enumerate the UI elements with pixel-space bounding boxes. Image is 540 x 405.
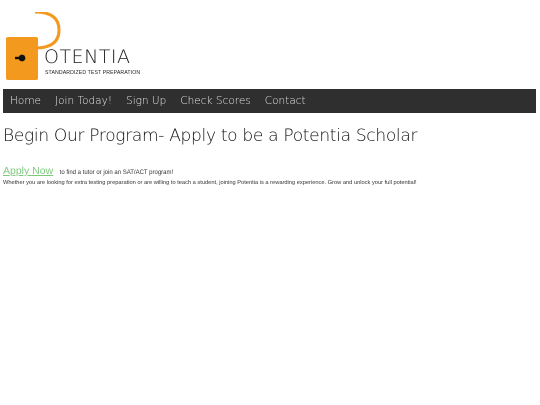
potentia-logo[interactable]: OTENTIA STANDARDIZED TEST PREPARATION	[6, 12, 140, 82]
program-description: Whether you are looking for extra testin…	[3, 180, 417, 186]
logo-wordmark: OTENTIA	[44, 46, 131, 68]
apply-row: Apply Now to find a tutor or join an SAT…	[3, 162, 173, 178]
page-heading: Begin Our Program- Apply to be a Potenti…	[3, 126, 418, 146]
nav-home[interactable]: Home	[10, 95, 41, 107]
logo-tagline: STANDARDIZED TEST PREPARATION	[45, 70, 141, 76]
main-navbar: Home Join Today! Sign Up Check Scores Co…	[3, 89, 536, 113]
apply-text: to find a tutor or join an SAT/ACT progr…	[59, 170, 174, 176]
nav-join-today[interactable]: Join Today!	[55, 95, 112, 107]
page: OTENTIA STANDARDIZED TEST PREPARATION Ho…	[0, 0, 540, 405]
nav-contact[interactable]: Contact	[265, 95, 306, 107]
nav-check-scores[interactable]: Check Scores	[180, 95, 251, 107]
nav-sign-up[interactable]: Sign Up	[126, 95, 166, 107]
apply-now-link[interactable]: Apply Now	[3, 165, 53, 177]
